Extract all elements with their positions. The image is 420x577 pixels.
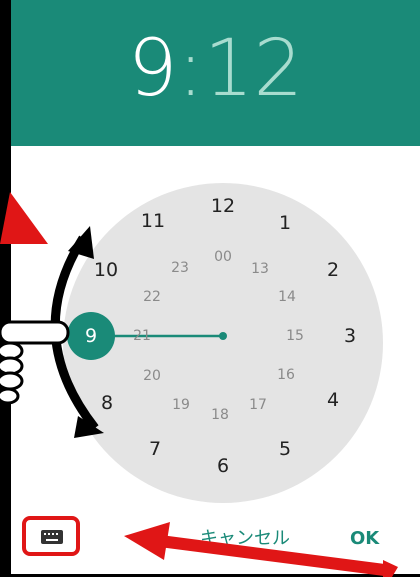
hour-option-15[interactable]: 15 [286,328,304,344]
hour-option-22[interactable]: 22 [143,289,161,305]
hour-option-7[interactable]: 7 [149,438,161,460]
time-separator: : [177,24,204,114]
frame-border-left [0,0,11,577]
hour-option-17[interactable]: 17 [249,397,267,413]
hour-display[interactable]: 9 [128,24,178,114]
time-header: 9:12 [11,0,420,146]
hour-option-00[interactable]: 00 [214,249,232,265]
cancel-button[interactable]: キャンセル [200,527,290,551]
hour-option-23[interactable]: 23 [171,260,189,276]
hour-option-19[interactable]: 19 [172,397,190,413]
ok-button[interactable]: OK [350,527,379,551]
keyboard-input-button[interactable] [22,516,80,556]
hour-option-10[interactable]: 10 [94,259,118,281]
hour-option-16[interactable]: 16 [277,367,295,383]
hour-option-6[interactable]: 6 [217,455,229,477]
keyboard-icon [41,530,63,544]
time-display: 9:12 [11,24,420,114]
hour-option-3[interactable]: 3 [344,325,356,347]
minute-display[interactable]: 12 [204,24,303,114]
hour-option-8[interactable]: 8 [101,392,113,414]
clock-center-dot [219,332,227,340]
hour-option-5[interactable]: 5 [279,438,291,460]
hour-option-18[interactable]: 18 [211,407,229,423]
hour-option-1[interactable]: 1 [279,212,291,234]
hour-option-14[interactable]: 14 [278,289,296,305]
red-arrow-head [124,522,170,560]
hour-option-12[interactable]: 12 [211,195,235,217]
hour-option-20[interactable]: 20 [143,368,161,384]
hour-option-2[interactable]: 2 [327,259,339,281]
hour-option-13[interactable]: 13 [251,261,269,277]
clock-dial[interactable]: 12 1 2 3 4 5 6 7 8 9 10 11 00 13 14 15 1… [63,183,383,503]
hour-option-9[interactable]: 9 [85,325,97,347]
hour-option-11[interactable]: 11 [141,210,165,232]
hour-option-4[interactable]: 4 [327,389,339,411]
hour-option-21[interactable]: 21 [133,328,151,344]
